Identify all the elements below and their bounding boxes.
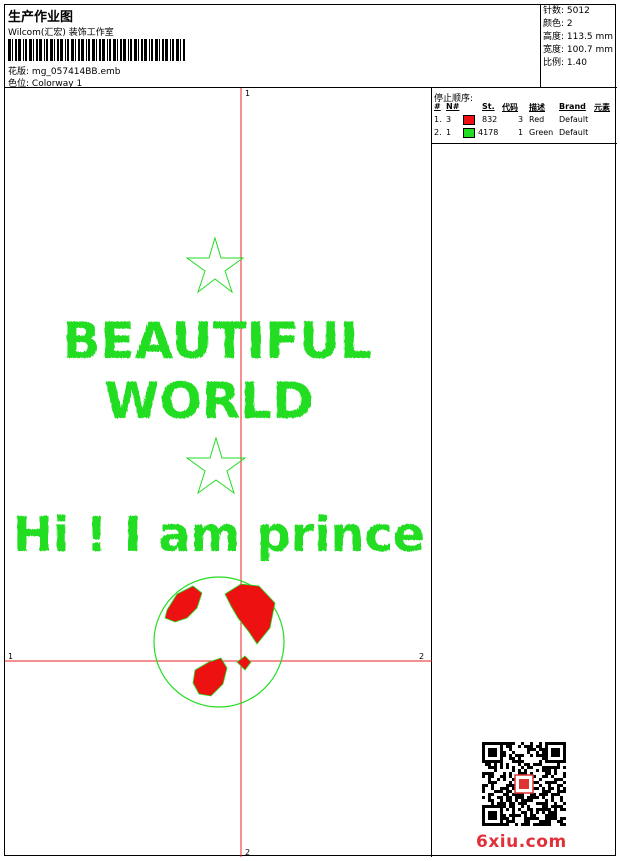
qr-code-icon xyxy=(482,742,566,826)
globe-continents xyxy=(164,583,276,697)
sheet-title: 生产作业图 xyxy=(8,10,74,25)
barcode-icon xyxy=(8,39,185,61)
table-header-row: # N# St. 代码 描述 Brand 元素 xyxy=(432,102,617,114)
design-canvas: 1 2 1 2 BEAUTIFUL WORLD Hi ! I am prince xyxy=(5,88,432,857)
axis-label-bottom: 2 xyxy=(245,848,250,857)
stat-scale: 比例: 1.40 xyxy=(543,58,587,68)
stop-sequence-panel: 停止顺序: # N# St. 代码 描述 Brand 元素 1. 3 832 3… xyxy=(432,88,617,857)
watermark-text: 6xiu.com xyxy=(476,832,567,852)
text-hi-i-am-prince: Hi ! I am prince xyxy=(13,507,425,563)
row-index: 2. xyxy=(434,128,442,137)
production-sheet: 生产作业图 Wilcom(汇宏) 装饰工作室 花版: mg_057414BB.e… xyxy=(4,4,617,857)
continent-bottom xyxy=(192,657,228,697)
col-header-code: 代码 xyxy=(502,103,518,112)
row-name: Green xyxy=(529,128,554,137)
axis-label-right: 2 xyxy=(419,652,424,661)
stat-stitches: 针数: 5012 xyxy=(543,6,590,16)
col-header-index: # xyxy=(434,102,441,111)
axis-label-top: 1 xyxy=(245,89,250,98)
row-name: Red xyxy=(529,115,545,124)
stat-colors: 颜色: 2 xyxy=(543,19,573,29)
row-code: 1 xyxy=(518,128,524,137)
table-row: 2. 1 4178 1 Green Default xyxy=(432,128,617,140)
star-outline-middle xyxy=(185,436,247,495)
row-index: 1. xyxy=(434,115,442,124)
company-name: Wilcom(汇宏) 装饰工作室 xyxy=(8,28,114,38)
col-header-n: N# xyxy=(446,102,460,111)
embroidered-text-group: BEAUTIFUL WORLD Hi ! I am prince xyxy=(13,312,425,563)
continent-left xyxy=(164,585,203,623)
stat-width: 宽度: 100.7 mm xyxy=(543,45,614,55)
header-block: 生产作业图 Wilcom(汇宏) 装饰工作室 花版: mg_057414BB.e… xyxy=(5,5,541,89)
row-stitches: 832 xyxy=(482,115,498,124)
axis-label-left: 1 xyxy=(8,652,13,661)
stats-block: 针数: 5012 颜色: 2 高度: 113.5 mm 宽度: 100.7 mm… xyxy=(541,5,617,88)
row-n: 3 xyxy=(446,115,452,124)
design-svg: 1 2 1 2 BEAUTIFUL WORLD Hi ! I am prince xyxy=(5,88,432,857)
table-row: 1. 3 832 3 Red Default xyxy=(432,115,617,127)
row-n: 1 xyxy=(446,128,452,137)
text-beautiful: BEAUTIFUL xyxy=(62,312,371,370)
col-header-element: 元素 xyxy=(594,103,610,112)
row-brand: Default xyxy=(559,128,589,137)
stat-height: 高度: 113.5 mm xyxy=(543,32,614,42)
continent-islet xyxy=(236,655,252,671)
swatch-red xyxy=(463,115,475,125)
text-world: WORLD xyxy=(104,372,314,430)
swatch-green xyxy=(463,128,475,138)
stop-sequence-table: # N# St. 代码 描述 Brand 元素 1. 3 832 3 Red D… xyxy=(432,102,617,144)
continent-right xyxy=(224,583,276,645)
row-stitches: 4178 xyxy=(478,128,499,137)
col-header-stitches: St. xyxy=(482,102,495,111)
col-header-desc: 描述 xyxy=(529,103,545,112)
row-code: 3 xyxy=(518,115,524,124)
row-brand: Default xyxy=(559,115,589,124)
col-header-brand: Brand xyxy=(559,102,586,111)
star-outline-top xyxy=(185,236,245,294)
